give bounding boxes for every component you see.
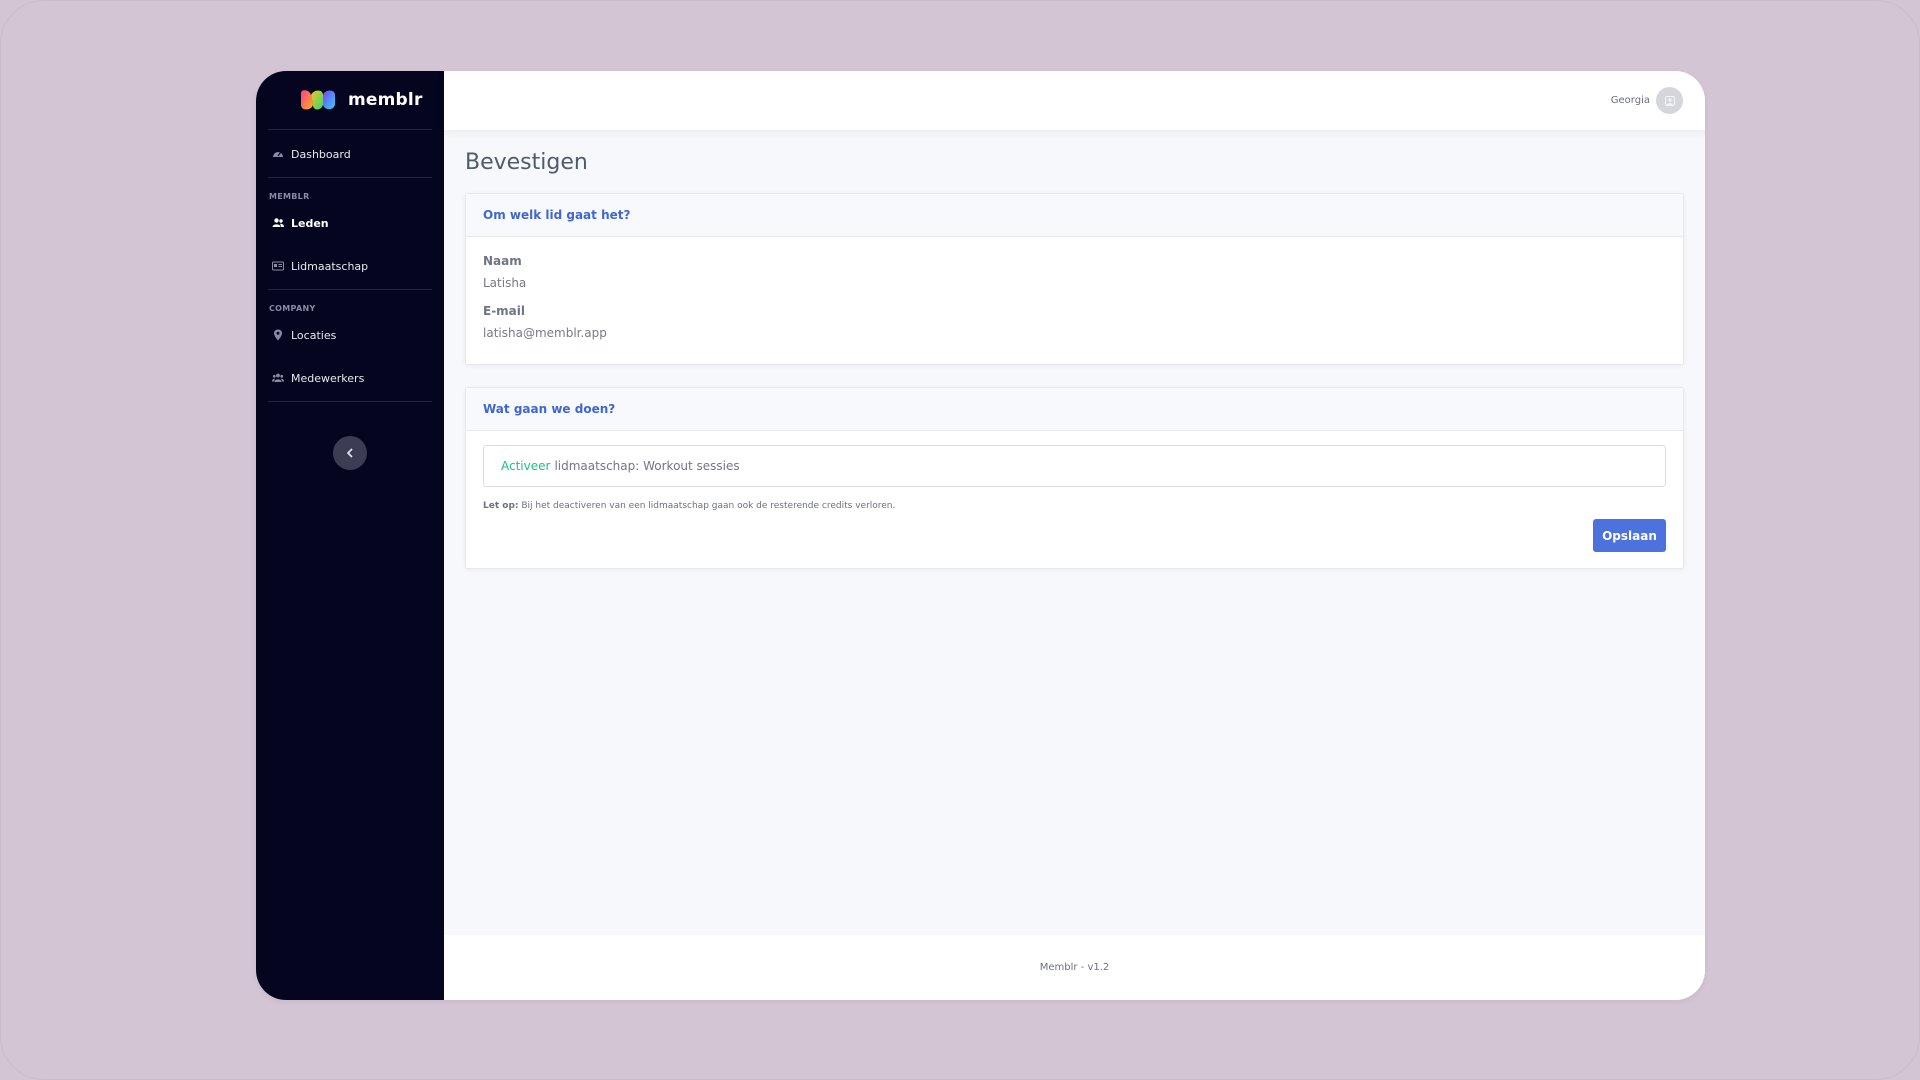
action-card-header: Wat gaan we doen? (466, 388, 1683, 431)
section-heading-company: COMPANY (269, 304, 316, 313)
memblr-logo-icon (301, 90, 335, 110)
gauge-icon (271, 148, 284, 161)
sidebar-item-medewerkers[interactable]: Medewerkers (256, 355, 444, 401)
sidebar-item-leden[interactable]: Leden (256, 203, 444, 243)
divider (268, 401, 432, 402)
action-buttons: Opslaan (483, 519, 1666, 552)
sidebar: memblr Dashboard MEMBLR Leden Lidmaatsch… (256, 71, 444, 1000)
sidebar-item-lidmaatschap[interactable]: Lidmaatschap (256, 243, 444, 289)
app-window: memblr Dashboard MEMBLR Leden Lidmaatsch… (256, 71, 1705, 1000)
user-avatar-icon (1664, 95, 1675, 106)
map-pin-icon (271, 329, 284, 342)
brand-name: memblr (348, 90, 423, 110)
avatar[interactable] (1656, 87, 1683, 114)
page-title: Bevestigen (465, 150, 588, 175)
action-verb: Activeer (501, 459, 551, 473)
sidebar-item-dashboard[interactable]: Dashboard (256, 131, 444, 177)
email-label: E-mail (483, 304, 526, 318)
team-icon (271, 372, 284, 385)
member-card-body: Naam Latisha E-mail latisha@memblr.app (466, 237, 1683, 364)
action-select[interactable]: Activeer lidmaatschap: Workout sessies (483, 445, 1666, 487)
member-card: Om welk lid gaat het? Naam Latisha E-mai… (465, 193, 1684, 365)
warning-note-text: Bij het deactiveren van een lidmaatschap… (521, 501, 896, 511)
action-description: lidmaatschap: Workout sessies (554, 459, 740, 473)
page-content: Bevestigen Om welk lid gaat het? Naam La… (444, 130, 1705, 569)
id-card-icon (271, 260, 284, 273)
warning-note-label: Let op: (483, 501, 519, 511)
sidebar-item-label: Locaties (291, 328, 337, 342)
footer-version: Memblr - v1.2 (1039, 962, 1110, 973)
users-icon (271, 217, 284, 230)
chevron-left-icon (347, 448, 353, 458)
footer: Memblr - v1.2 (444, 935, 1705, 1000)
sidebar-item-label: Lidmaatschap (291, 259, 369, 273)
sidebar-item-label: Leden (291, 216, 329, 230)
topbar: Georgia (444, 71, 1705, 130)
action-card: Wat gaan we doen? Activeer lidmaatschap:… (465, 387, 1684, 569)
member-card-header: Om welk lid gaat het? (466, 194, 1683, 237)
sidebar-item-label: Medewerkers (291, 371, 365, 385)
sidebar-collapse-button[interactable] (333, 436, 367, 470)
sidebar-item-locaties[interactable]: Locaties (256, 315, 444, 355)
email-value: latisha@memblr.app (483, 326, 607, 340)
save-button[interactable]: Opslaan (1593, 519, 1666, 552)
user-menu[interactable]: Georgia (1611, 87, 1683, 114)
brand[interactable]: memblr (268, 71, 432, 130)
name-value: Latisha (483, 276, 527, 290)
warning-note: Let op: Bij het deactiveren van een lidm… (483, 501, 1666, 511)
sidebar-item-label: Dashboard (291, 147, 351, 161)
main-area: Georgia Bevestigen Om welk lid gaat het?… (444, 71, 1705, 1000)
user-name: Georgia (1610, 95, 1650, 106)
section-heading-memblr: MEMBLR (269, 192, 310, 201)
action-card-body: Activeer lidmaatschap: Workout sessies L… (466, 431, 1683, 568)
name-label: Naam (483, 254, 522, 268)
